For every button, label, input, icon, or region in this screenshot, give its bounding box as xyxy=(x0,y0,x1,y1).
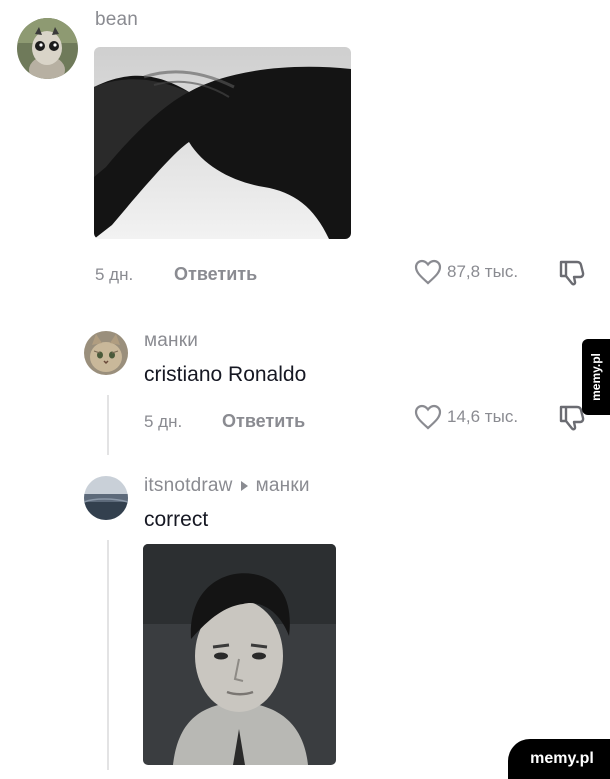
comment-username[interactable]: bean xyxy=(95,9,138,31)
comment-image-portrait[interactable] xyxy=(143,544,336,765)
comment-time: 5 дн. xyxy=(144,412,183,431)
like-button[interactable]: 87,8 тыс. xyxy=(414,259,518,285)
comment-username: itsnotdraw манки xyxy=(144,475,310,497)
dislike-button[interactable] xyxy=(557,258,587,291)
thread-line xyxy=(107,395,109,455)
comment-text: correct xyxy=(144,508,209,531)
reply-button[interactable]: Ответить xyxy=(174,264,257,285)
reply-to-user[interactable]: манки xyxy=(256,475,310,497)
hair-photo xyxy=(94,47,351,239)
like-count: 87,8 тыс. xyxy=(447,262,519,281)
avatar-bean[interactable] xyxy=(17,18,78,79)
avatar-manki-image xyxy=(84,331,128,375)
heart-outline-icon xyxy=(414,259,442,285)
comment-text: cristiano Ronaldo xyxy=(144,363,307,386)
like-button[interactable]: 14,6 тыс. xyxy=(414,404,518,430)
thumbs-down-icon xyxy=(559,260,585,286)
portrait-photo xyxy=(143,544,336,765)
avatar-itsnotdraw[interactable] xyxy=(84,476,128,520)
comment-image-hair[interactable] xyxy=(94,47,351,239)
avatar-manki[interactable] xyxy=(84,331,128,375)
avatar-itsnotdraw-image xyxy=(84,476,128,520)
heart-outline-icon xyxy=(414,404,442,430)
comment-username[interactable]: манки xyxy=(144,330,198,352)
thread-line xyxy=(107,540,109,770)
watermark-corner: memy.pl xyxy=(508,739,610,779)
avatar-bean-image xyxy=(17,18,78,79)
reply-button[interactable]: Ответить xyxy=(222,411,305,432)
reply-triangle-icon xyxy=(240,480,248,491)
comment-author[interactable]: itsnotdraw xyxy=(144,475,233,497)
like-count: 14,6 тыс. xyxy=(447,407,519,426)
watermark-side-text: memy.pl xyxy=(589,353,603,401)
comment-time: 5 дн. xyxy=(95,265,134,284)
watermark-side: memy.pl xyxy=(582,339,610,415)
